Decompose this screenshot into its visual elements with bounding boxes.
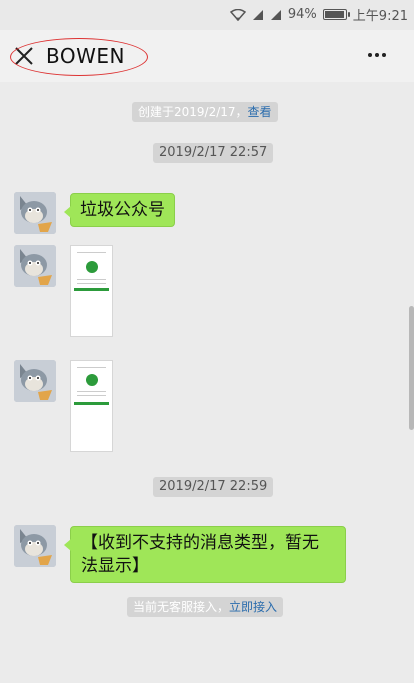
signal-icon-2 (270, 9, 281, 20)
wifi-icon (229, 8, 246, 21)
avatar[interactable] (14, 360, 56, 402)
thumb-line (77, 367, 106, 368)
cat-avatar-icon (14, 525, 56, 567)
battery-fill (324, 11, 344, 18)
close-icon (15, 47, 33, 65)
thumb-line (77, 395, 106, 396)
cat-avatar-icon (14, 360, 56, 402)
created-text: 创建于2019/2/17， (138, 105, 248, 119)
more-dot-icon (368, 53, 372, 57)
agent-notice-text: 当前无客服接入， (133, 600, 230, 614)
connect-now-link[interactable]: 立即接入 (229, 600, 277, 614)
created-notice: 创建于2019/2/17，查看 (132, 102, 278, 122)
thumb-button (74, 402, 109, 405)
message-bubble[interactable]: 垃圾公众号 (64, 193, 175, 227)
thumb-line (77, 252, 106, 253)
message-bubble[interactable]: 【收到不支持的消息类型，暂无法显示】 (64, 526, 346, 583)
thumb-line (77, 391, 106, 392)
check-icon (86, 261, 98, 273)
thumb-line (77, 283, 106, 284)
avatar[interactable] (14, 525, 56, 567)
agent-notice: 当前无客服接入，立即接入 (127, 597, 284, 617)
cat-avatar-icon (14, 192, 56, 234)
message-text: 【收到不支持的消息类型，暂无法显示】 (81, 533, 319, 576)
check-icon (86, 374, 98, 386)
view-link[interactable]: 查看 (248, 105, 272, 119)
message-text: 垃圾公众号 (80, 200, 165, 220)
more-dot-icon (375, 53, 379, 57)
thumb-button (74, 288, 109, 291)
page-title: BOWEN (46, 44, 125, 68)
thumb-line (77, 279, 106, 280)
clock: 上午9:21 (352, 9, 408, 24)
battery-percent: 94% (287, 7, 317, 22)
chat-header: BOWEN (0, 30, 414, 82)
timestamp: 2019/2/17 22:59 (153, 477, 274, 497)
timestamp: 2019/2/17 22:57 (153, 143, 274, 163)
image-message[interactable] (70, 245, 113, 337)
avatar[interactable] (14, 192, 56, 234)
status-bar: 94% 上午9:21 (0, 0, 414, 30)
more-dot-icon (382, 53, 386, 57)
avatar[interactable] (14, 245, 56, 287)
scrollbar[interactable] (409, 306, 414, 430)
battery-icon (322, 9, 350, 20)
close-button[interactable] (14, 46, 34, 66)
cat-avatar-icon (14, 245, 56, 287)
more-button[interactable] (368, 48, 392, 62)
image-message[interactable] (70, 360, 113, 452)
status-icons: 94% 上午9:21 (229, 5, 408, 24)
signal-icon-1 (252, 9, 263, 20)
